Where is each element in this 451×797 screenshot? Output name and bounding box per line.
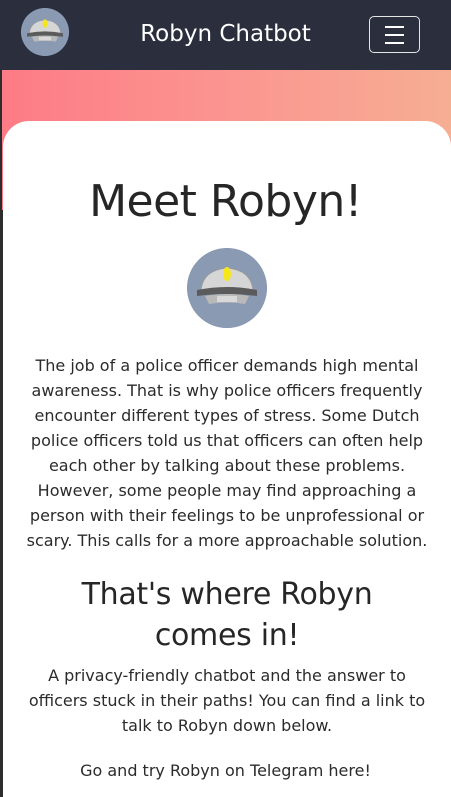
police-cap-icon — [187, 248, 267, 328]
hamburger-menu-icon — [385, 34, 404, 36]
hamburger-menu-icon — [385, 42, 404, 44]
telegram-link[interactable]: Telegram here! — [250, 761, 371, 780]
description-paragraph: A privacy-friendly chatbot and the answe… — [28, 666, 426, 735]
cta-prefix: Go and try Robyn on — [80, 761, 251, 780]
cta-text: Go and try Robyn on Telegram here! — [0, 758, 451, 783]
menu-button[interactable] — [369, 16, 420, 53]
section-heading: That's where Robyn comes in! — [81, 577, 373, 653]
hamburger-menu-icon — [385, 26, 404, 28]
page-title: Meet Robyn! — [89, 176, 362, 227]
navbar: Robyn Chatbot — [0, 0, 451, 70]
intro-paragraph: The job of a police officer demands high… — [26, 356, 428, 550]
